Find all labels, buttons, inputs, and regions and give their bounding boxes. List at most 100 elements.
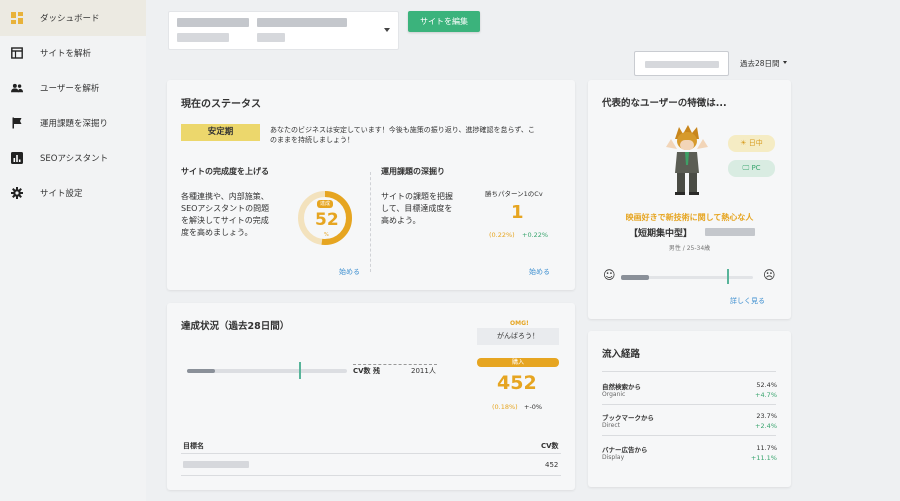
persona-name-redacted <box>705 228 755 236</box>
purchase-badge: 購入 <box>477 358 559 367</box>
period-select[interactable]: 過去28日間 <box>740 58 780 69</box>
completion-desc: SEOアシスタントの問題 <box>181 204 270 213</box>
dashboard-icon <box>11 12 23 24</box>
traffic-source-delta: +4.7% <box>755 391 777 399</box>
date-range-redacted <box>645 61 719 68</box>
divider <box>602 371 776 372</box>
completion-desc: 度を高めましょう。 <box>181 228 253 237</box>
divider <box>370 172 371 272</box>
achievement-title: 達成状況（過去28日間） <box>181 321 290 332</box>
traffic-source-pct: 23.7% <box>756 412 777 420</box>
completion-start-link[interactable]: 始める <box>339 267 360 277</box>
issues-start-link[interactable]: 始める <box>529 267 550 277</box>
winning-pattern-value: 1 <box>511 202 524 223</box>
sidebar-item-label: ユーザーを解析 <box>40 84 100 94</box>
traffic-source-pct: 11.7% <box>756 444 777 452</box>
time-chip: ☀ 日中 <box>728 135 775 152</box>
issues-desc: サイトの課題を把握 <box>381 192 453 201</box>
user-profile-title: 代表的なユーザーの特徴は... <box>602 98 727 109</box>
goal-name-redacted <box>183 461 249 468</box>
sidebar-item-label: SEOアシスタント <box>40 154 109 164</box>
traffic-card: 流入経路 自然検索から Organic 52.4% +4.7% ブックマークから… <box>588 331 791 487</box>
divider <box>602 435 776 436</box>
device-chip-label: PC <box>751 164 761 172</box>
divider <box>181 475 561 476</box>
user-profile-card: 代表的なユーザーの特徴は... ☀ 日中 🖵 PC 映画好きで新技術に関して熱心… <box>588 80 791 319</box>
achievement-card: 達成状況（過去28日間） CV数 残 2011人 OMG! がんばろう！ 購入 … <box>167 303 575 490</box>
issues-desc: 高めよう。 <box>381 216 421 225</box>
completion-desc: 各種連携や、内部施策、 <box>181 192 269 201</box>
sidebar-item-label: 運用課題を深掘り <box>40 119 109 129</box>
caret-down-icon <box>783 61 787 64</box>
traffic-source-delta: +11.1% <box>750 454 777 462</box>
date-range-input[interactable] <box>634 51 729 76</box>
issues-heading: 運用課題の深掘り <box>381 167 445 176</box>
gear-icon <box>11 187 23 199</box>
goal-cv-value: 452 <box>545 461 559 469</box>
traffic-source-pct: 52.4% <box>756 381 777 389</box>
cv-progress-marker <box>299 362 301 379</box>
sun-icon: ☀ <box>740 139 749 147</box>
happy-face-icon: ☺ <box>603 268 616 282</box>
site-name-redacted <box>177 18 249 27</box>
sidebar: ダッシュボード サイトを解析 ユーザーを解析 運用課題を深掘り SEOアシスタン… <box>0 0 146 501</box>
user-persona-illustration <box>666 125 708 195</box>
cv-remaining-value: 2011人 <box>411 367 436 375</box>
flag-icon <box>12 117 22 129</box>
sentiment-marker <box>726 269 729 284</box>
details-link[interactable]: 詳しく見る <box>730 296 765 306</box>
gauge-badge: 達成 <box>317 200 333 208</box>
traffic-source-name: バナー広告から <box>602 446 648 454</box>
status-card: 現在のステータス 安定期 あなたのビジネスは安定しています！今後も施策の振り返り… <box>167 80 575 290</box>
traffic-source-sub: Direct <box>602 422 620 429</box>
sidebar-item-dashboard[interactable]: ダッシュボード <box>0 0 146 36</box>
completion-desc: を解決してサイトの完成 <box>181 216 269 225</box>
site-url-redacted <box>177 33 229 42</box>
device-chip: 🖵 PC <box>728 160 775 177</box>
purchase-pct: (0.18%) <box>492 403 518 411</box>
sidebar-item-user-analysis[interactable]: ユーザーを解析 <box>0 70 146 106</box>
purchase-delta: +-0% <box>524 403 543 411</box>
divider <box>602 404 776 405</box>
purchase-value: 452 <box>497 372 537 394</box>
sidebar-item-issues[interactable]: 運用課題を深掘り <box>0 105 146 141</box>
chevron-down-icon <box>384 28 390 32</box>
persona-type: 【短期集中型】 <box>629 229 693 239</box>
gauge-unit: % <box>324 232 329 238</box>
sidebar-item-site-analysis[interactable]: サイトを解析 <box>0 35 146 71</box>
site-select[interactable] <box>168 11 399 50</box>
traffic-source-name: ブックマークから <box>602 414 654 422</box>
gauge-value: 52 <box>315 210 339 230</box>
users-icon <box>11 83 23 93</box>
divider <box>353 364 437 365</box>
winning-pattern-delta: +0.22% <box>522 231 549 239</box>
sidebar-item-seo-assistant[interactable]: SEOアシスタント <box>0 140 146 176</box>
status-title: 現在のステータス <box>181 99 261 110</box>
completion-heading: サイトの完成度を上げる <box>181 167 269 176</box>
status-message: のままを持続しましょう！ <box>270 136 354 144</box>
sidebar-item-label: サイトを解析 <box>40 49 92 59</box>
cheer-message: がんばろう！ <box>477 328 559 345</box>
edit-site-button[interactable]: サイトを編集 <box>408 11 480 32</box>
cv-remaining-label: CV数 残 <box>353 367 380 375</box>
issues-desc: して、目標達成度を <box>381 204 453 213</box>
sidebar-item-settings[interactable]: サイト設定 <box>0 175 146 211</box>
sentiment-fill <box>621 275 649 280</box>
traffic-source-name: 自然検索から <box>602 383 641 391</box>
traffic-title: 流入経路 <box>602 349 641 360</box>
cv-progress-fill <box>187 369 215 373</box>
sidebar-item-label: サイト設定 <box>40 189 83 199</box>
omg-label: OMG! <box>510 320 529 327</box>
status-message: あなたのビジネスは安定しています！今後も施策の振り返り、進捗確認を怠らず、こ <box>270 126 535 134</box>
persona-demographic: 男性 / 25-34歳 <box>668 245 711 252</box>
traffic-source-sub: Display <box>602 454 625 461</box>
cv-column-header: CV数 <box>541 442 559 450</box>
persona-headline: 映画好きで新技術に関して熱心な人 <box>625 213 754 222</box>
traffic-source-sub: Organic <box>602 391 626 398</box>
site-analysis-icon <box>11 47 23 59</box>
site-url-redacted <box>257 33 285 42</box>
divider <box>181 453 561 454</box>
winning-pattern-pct: (0.22%) <box>489 231 515 239</box>
sad-face-icon: ☹ <box>763 268 776 282</box>
winning-pattern-label: 勝ちパターン1のCv <box>485 190 543 198</box>
